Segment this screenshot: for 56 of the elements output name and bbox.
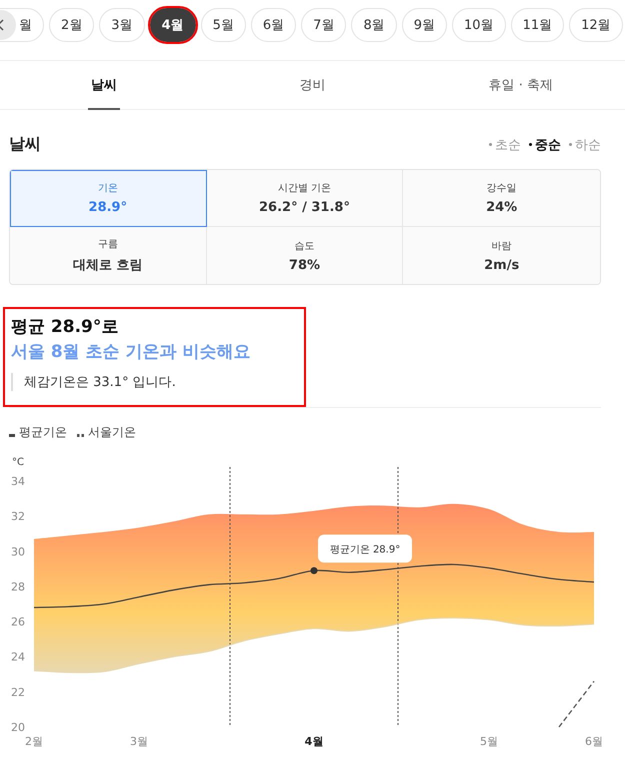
y-tick-label: 26 bbox=[11, 616, 25, 629]
dashed-temperature-line bbox=[558, 680, 595, 728]
period-option[interactable]: 중순 bbox=[529, 136, 561, 154]
axis-unit: °C bbox=[12, 457, 24, 468]
y-tick-label: 20 bbox=[11, 721, 25, 734]
stat-cell[interactable]: 강수일 24% bbox=[403, 170, 600, 227]
y-tick-label: 32 bbox=[11, 510, 25, 524]
stat-label: 강수일 bbox=[486, 182, 517, 195]
x-tick-label: 3월 bbox=[130, 735, 148, 748]
dashed-line-icon bbox=[77, 434, 84, 436]
y-tick-label: 22 bbox=[11, 686, 25, 699]
month-pill[interactable]: 9월 bbox=[402, 8, 448, 42]
stat-value: 26.2° / 31.8° bbox=[259, 200, 350, 215]
legend-label: 서울기온 bbox=[88, 424, 136, 441]
legend-label: 평균기온 bbox=[19, 424, 67, 441]
stat-cell[interactable]: 구름 대체로 흐림 bbox=[10, 227, 207, 284]
x-tick-label: 2월 bbox=[25, 735, 43, 748]
month-pill[interactable]: 3월 bbox=[99, 8, 145, 42]
y-tick-label: 30 bbox=[11, 545, 25, 558]
y-tick-label: 34 bbox=[11, 475, 25, 488]
section-title: 날씨 bbox=[9, 134, 41, 155]
month-pill[interactable]: 11월 bbox=[510, 8, 564, 42]
stat-label: 시간별 기온 bbox=[278, 182, 332, 195]
stat-label: 습도 bbox=[294, 240, 314, 252]
stat-cell[interactable]: 습도 78% bbox=[206, 227, 404, 284]
stat-value: 24% bbox=[486, 200, 518, 215]
feels-like-note: 체감기온은 33.1° 입니다. bbox=[11, 373, 298, 391]
stat-label: 기온 bbox=[98, 182, 118, 195]
month-pill[interactable]: 7월 bbox=[301, 8, 346, 42]
month-pill[interactable]: 8월 bbox=[351, 8, 397, 42]
month-pill[interactable]: 6월 bbox=[250, 8, 296, 42]
stat-value: 대체로 흐림 bbox=[73, 257, 143, 274]
stat-value: 28.9° bbox=[88, 200, 128, 215]
stat-cell[interactable]: 시간별 기온 26.2° / 31.8° bbox=[206, 170, 404, 227]
tab[interactable]: 휴일 · 축제 bbox=[416, 61, 625, 109]
month-pill[interactable]: 12월 bbox=[569, 8, 623, 42]
stat-label: 바람 bbox=[492, 240, 512, 252]
month-pill[interactable]: 2월 bbox=[49, 8, 94, 42]
tab[interactable]: 경비 bbox=[208, 61, 417, 109]
data-point bbox=[310, 567, 318, 574]
x-tick-label: 4월 bbox=[304, 735, 324, 748]
summary-headline: 평균 28.9°로 bbox=[11, 316, 120, 338]
stat-value: 78% bbox=[288, 258, 320, 272]
stat-cell[interactable]: 기온 28.9° bbox=[10, 170, 207, 227]
x-tick-label: 5월 bbox=[480, 735, 498, 748]
x-tick-label: 6월 bbox=[585, 735, 603, 748]
stat-label: 구름 bbox=[98, 238, 118, 251]
month-pill[interactable]: 4월 bbox=[150, 8, 196, 42]
month-pill[interactable]: 10월 bbox=[452, 8, 506, 42]
y-tick-label: 24 bbox=[11, 650, 25, 664]
month-pill[interactable]: 5월 bbox=[200, 8, 246, 42]
y-tick-label: 28 bbox=[11, 580, 25, 594]
summary-comparison: 서울 8월 초순 기온과 비슷해요 bbox=[11, 341, 252, 363]
tooltip-text: 평균기온 28.9° bbox=[330, 544, 400, 556]
stat-value: 2m/s bbox=[484, 258, 520, 272]
tab[interactable]: 날씨 bbox=[0, 61, 208, 109]
